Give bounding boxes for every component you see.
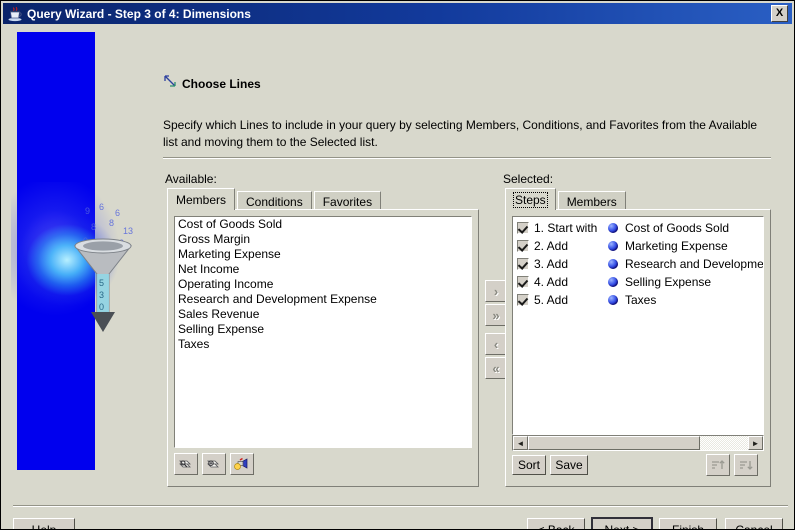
help-button[interactable]: Help [13,518,75,529]
tab-members-available[interactable]: Members [167,188,236,210]
tab-favorites-label: Favorites [322,194,373,209]
selected-tab-panel: 1. Start with Cost of Goods Sold 2. Add Mar… [505,209,771,487]
step-member-label: Cost of Goods Sold [625,221,730,235]
move-all-left-button[interactable]: « [485,357,507,379]
list-item[interactable]: Sales Revenue [175,307,471,322]
list-item[interactable]: Taxes [175,337,471,352]
svg-text:5: 5 [99,278,104,288]
scroll-right-arrow[interactable]: ► [748,436,763,450]
step-action-label: 4. Add [534,275,569,289]
list-item[interactable]: Marketing Expense [175,247,471,262]
step-checkbox[interactable] [517,258,529,270]
step-row[interactable]: 1. Start with Cost of Goods Sold [513,219,763,237]
back-button[interactable]: < Back [527,518,585,529]
tab-members-available-label: Members [176,192,227,207]
svg-text:3: 3 [99,290,104,300]
step-rows: 1. Start with Cost of Goods Sold 2. Add Mar… [513,217,763,309]
step-checkbox[interactable] [517,294,529,306]
save-button[interactable]: Save [550,455,588,475]
available-list[interactable]: Cost of Goods Sold Gross Margin Marketing … [174,216,472,448]
svg-text:0: 0 [99,302,104,312]
list-item[interactable]: Research and Development Expense [175,292,471,307]
member-sphere-icon [608,259,618,269]
step-member-label: Selling Expense [625,275,712,289]
step-checkbox[interactable] [517,276,529,288]
list-item[interactable]: Selling Expense [175,322,471,337]
svg-text:3: 3 [119,238,124,248]
close-icon[interactable]: X [771,5,788,22]
banner-glow [11,182,141,372]
step-row[interactable]: 4. Add Selling Expense [513,273,763,291]
step-member-label: Research and Development [625,257,764,271]
tab-members-selected[interactable]: Members [557,191,626,211]
svg-text:13: 13 [123,226,133,236]
next-button[interactable]: Next > [591,517,653,529]
svg-text:2: 2 [103,238,108,248]
window-body: 966 8 8 13 023 530 Choose Lines Specify … [3,24,792,529]
tab-steps[interactable]: Steps [505,188,556,210]
step-action-label: 2. Add [534,239,569,253]
tab-conditions-label: Conditions [246,194,303,209]
available-label: Available: [165,172,217,186]
tab-favorites[interactable]: Favorites [313,191,382,211]
query-wizard-window: Query Wizard - Step 3 of 4: Dimensions X… [0,0,795,530]
wizard-content: Choose Lines Specify which Lines to incl… [151,32,779,487]
step-action-label: 3. Add [534,257,569,271]
available-tabs: Members Conditions Favorites [167,188,383,211]
tab-conditions[interactable]: Conditions [237,191,312,211]
member-sphere-icon [608,223,618,233]
list-item[interactable]: Net Income [175,262,471,277]
page-title: Choose Lines [182,76,261,91]
header-divider [163,157,771,159]
window-title: Query Wizard - Step 3 of 4: Dimensions [27,6,251,21]
step-checkbox[interactable] [517,222,529,234]
selected-horizontal-scrollbar[interactable]: ◄ ► [512,435,764,451]
step-row[interactable]: 2. Add Marketing Expense [513,237,763,255]
find-member-icon[interactable] [174,453,198,475]
step-action-label: 1. Start with [534,221,598,235]
add-member-icon[interactable] [202,453,226,475]
available-tab-panel: Cost of Goods Sold Gross Margin Marketing … [167,209,479,487]
sort-ascending-icon-button[interactable] [706,454,730,476]
java-coffee-cup-icon [7,6,23,22]
wizard-banner [11,32,141,470]
scroll-left-arrow[interactable]: ◄ [513,436,528,450]
svg-text:6: 6 [99,202,104,212]
sort-descending-icon-button[interactable] [734,454,758,476]
list-item[interactable]: Operating Income [175,277,471,292]
finish-button[interactable]: Finish [659,518,717,529]
step-row[interactable]: 5. Add Taxes [513,291,763,309]
selected-steps-list[interactable]: 1. Start with Cost of Goods Sold 2. Add Mar… [512,216,764,435]
available-list-items: Cost of Goods Sold Gross Margin Marketing … [175,217,471,352]
step-action-label: 5. Add [534,293,569,307]
move-right-button[interactable]: › [485,280,507,302]
footer-divider [13,505,788,507]
member-sphere-icon [608,295,618,305]
diagonal-arrows-icon [163,74,177,93]
page-description: Specify which Lines to include in your q… [163,118,758,149]
search-flashlight-icon[interactable] [230,453,254,475]
svg-text:8: 8 [109,218,114,228]
cancel-button[interactable]: Cancel [725,518,783,529]
step-member-label: Marketing Expense [625,239,728,253]
move-left-button[interactable]: ‹ [485,333,507,355]
tab-steps-label: Steps [513,191,548,208]
scroll-thumb[interactable] [528,436,700,450]
selected-tabs: Steps Members [505,188,628,211]
page-heading-row: Choose Lines [163,74,261,93]
title-bar: Query Wizard - Step 3 of 4: Dimensions X [3,3,792,24]
list-item[interactable]: Gross Margin [175,232,471,247]
list-item[interactable]: Cost of Goods Sold [175,217,471,232]
member-sphere-icon [608,277,618,287]
scroll-track[interactable] [528,436,748,450]
step-member-label: Taxes [625,293,657,307]
sort-button[interactable]: Sort [512,455,546,475]
move-all-right-button[interactable]: » [485,304,507,326]
step-checkbox[interactable] [517,240,529,252]
tab-members-selected-label: Members [566,194,617,209]
step-row[interactable]: 3. Add Research and Development [513,255,763,273]
svg-text:6: 6 [115,208,120,218]
selected-label: Selected: [503,172,554,186]
member-sphere-icon [608,241,618,251]
